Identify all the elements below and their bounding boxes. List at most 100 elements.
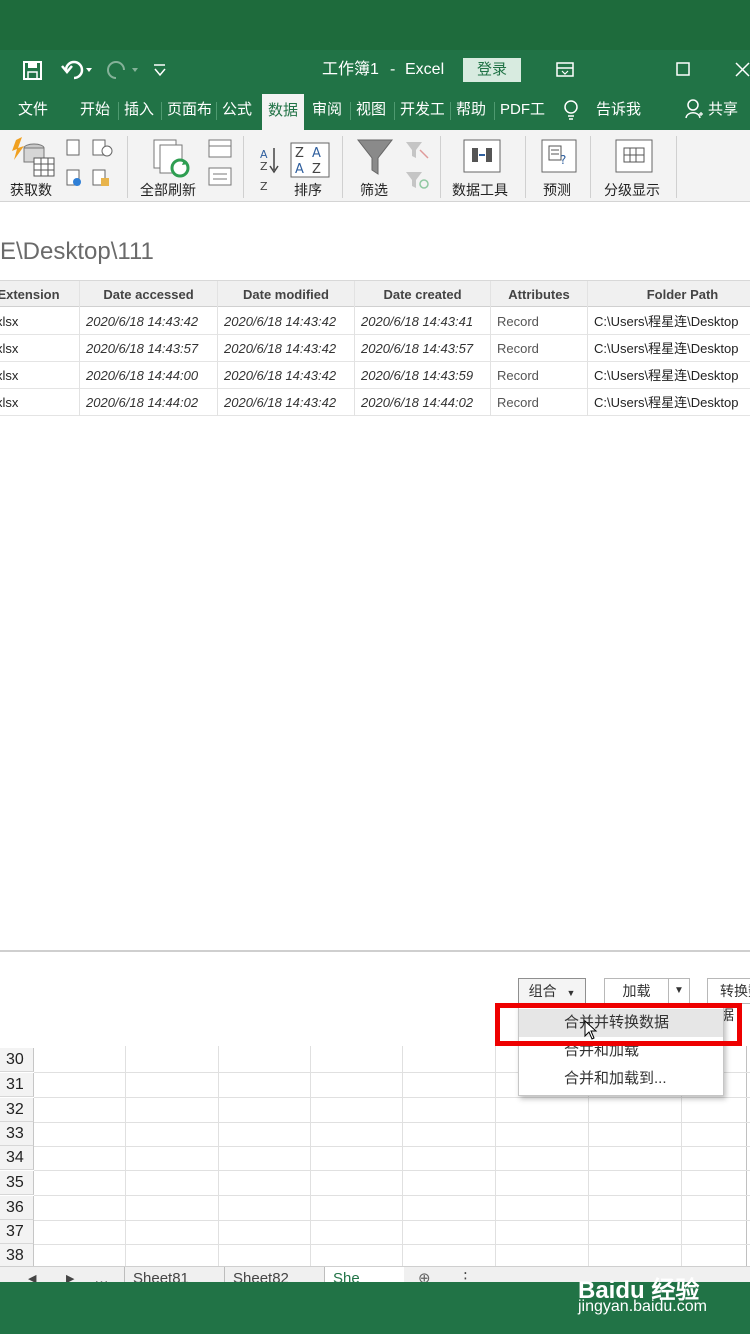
scroll-sheets-right-icon[interactable]: ▶ [58, 1267, 82, 1282]
refresh-all-icon[interactable] [150, 138, 194, 185]
tab-separator [494, 102, 495, 120]
load-dropdown-button[interactable]: ▼ [668, 978, 690, 1004]
cell-extension[interactable]: xlsx [0, 389, 80, 416]
row-number[interactable]: 33 [0, 1122, 34, 1146]
clear-filter-icon[interactable] [404, 140, 430, 201]
tab-page-layout[interactable]: 页面布 [167, 90, 211, 130]
column-header-extension[interactable]: Extension [0, 281, 80, 308]
cell-date-accessed[interactable]: 2020/6/18 14:43:42 [80, 308, 218, 335]
load-button[interactable]: 加载 [604, 978, 668, 1004]
tab-pdf[interactable]: PDF工 [500, 90, 546, 130]
maximize-icon[interactable] [675, 50, 691, 90]
row-number[interactable]: 32 [0, 1098, 34, 1122]
cell-date-modified[interactable]: 2020/6/18 14:43:42 [218, 389, 355, 416]
sheet-tab-82[interactable]: Sheet82 [224, 1267, 324, 1282]
outline-label[interactable]: 分级显示 [604, 180, 660, 200]
svg-text:A: A [295, 162, 304, 177]
forecast-icon[interactable]: ? [540, 138, 578, 179]
sheet-tab-81[interactable]: Sheet81 [124, 1267, 224, 1282]
tab-data[interactable]: 数据 [262, 94, 304, 130]
refresh-all-label[interactable]: 全部刷新 [140, 180, 196, 200]
row-number[interactable]: 36 [0, 1196, 34, 1220]
svg-text:?: ? [560, 153, 566, 167]
undo-icon[interactable] [60, 50, 94, 90]
tab-splitter-icon[interactable]: ⋮ [450, 1267, 481, 1282]
row-number[interactable]: 34 [0, 1146, 34, 1170]
tab-formulas[interactable]: 公式 [222, 90, 252, 130]
login-button[interactable]: 登录 [463, 58, 521, 82]
data-tools-icon[interactable] [462, 138, 502, 179]
cell-date-created[interactable]: 2020/6/18 14:44:02 [355, 389, 491, 416]
cell-date-created[interactable]: 2020/6/18 14:43:57 [355, 335, 491, 362]
queries-connections-icon[interactable] [207, 138, 233, 195]
vertical-scrollbar[interactable] [746, 1046, 747, 1266]
tab-home[interactable]: 开始 [80, 90, 110, 130]
sort-label[interactable]: 排序 [294, 180, 322, 200]
row-number[interactable]: 37 [0, 1220, 34, 1244]
column-header-date-modified[interactable]: Date modified [218, 281, 355, 308]
column-header-attributes[interactable]: Attributes [491, 281, 588, 308]
column-header-date-created[interactable]: Date created [355, 281, 491, 308]
save-icon[interactable] [22, 50, 44, 90]
get-data-label[interactable]: 获取数 [10, 180, 52, 200]
menu-item-combine-load-to[interactable]: 合并和加载到... [519, 1065, 723, 1093]
row-number[interactable]: 31 [0, 1073, 34, 1097]
tab-review[interactable]: 审阅 [312, 90, 342, 130]
column-header-date-accessed[interactable]: Date accessed [80, 281, 218, 308]
filter-icon[interactable] [356, 138, 394, 183]
get-data-icon[interactable] [10, 136, 56, 183]
row-number[interactable]: 38 [0, 1244, 34, 1266]
sheet-tab-active[interactable]: She [324, 1267, 404, 1282]
add-sheet-icon[interactable]: ⊕ [410, 1267, 439, 1282]
tab-view[interactable]: 视图 [356, 90, 386, 130]
cell-date-accessed[interactable]: 2020/6/18 14:44:00 [80, 362, 218, 389]
table-row: xlsx 2020/6/18 14:43:42 2020/6/18 14:43:… [0, 308, 750, 335]
sheet-tab-more[interactable]: … [86, 1267, 117, 1282]
cell-attributes[interactable]: Record [491, 308, 588, 335]
cell-date-accessed[interactable]: 2020/6/18 14:44:02 [80, 389, 218, 416]
cell-attributes[interactable]: Record [491, 335, 588, 362]
data-tools-label[interactable]: 数据工具 [452, 180, 508, 200]
tab-file[interactable]: 文件 [18, 90, 48, 130]
redo-icon[interactable] [104, 50, 140, 90]
cell-folder-path[interactable]: C:\Users\程星连\Desktop [588, 389, 750, 416]
tab-separator [161, 102, 162, 120]
cell-attributes[interactable]: Record [491, 362, 588, 389]
cell-date-modified[interactable]: 2020/6/18 14:43:42 [218, 335, 355, 362]
cell-folder-path[interactable]: C:\Users\程星连\Desktop [588, 308, 750, 335]
cell-attributes[interactable]: Record [491, 389, 588, 416]
from-text-icon[interactable] [65, 138, 117, 201]
customize-quick-access-icon[interactable] [152, 50, 168, 90]
cell-date-created[interactable]: 2020/6/18 14:43:41 [355, 308, 491, 335]
share-button[interactable]: 共享 [708, 90, 738, 130]
cell-date-accessed[interactable]: 2020/6/18 14:43:57 [80, 335, 218, 362]
cell-extension[interactable]: xlsx [0, 308, 80, 335]
sort-az-icon[interactable]: AZZ [258, 146, 280, 197]
watermark-url: jingyan.baidu.com [578, 1298, 707, 1315]
cell-date-modified[interactable]: 2020/6/18 14:43:42 [218, 362, 355, 389]
cell-extension[interactable]: xlsx [0, 335, 80, 362]
cell-folder-path[interactable]: C:\Users\程星连\Desktop [588, 362, 750, 389]
tell-me-search[interactable]: 告诉我 [596, 90, 641, 130]
outline-icon[interactable] [614, 138, 654, 179]
forecast-label[interactable]: 预测 [543, 180, 571, 200]
cell-folder-path[interactable]: C:\Users\程星连\Desktop [588, 335, 750, 362]
sort-icon[interactable]: ZAAZ [290, 142, 330, 183]
tab-developer[interactable]: 开发工 [400, 90, 444, 130]
column-header-folder-path[interactable]: Folder Path [588, 281, 750, 308]
row-number[interactable]: 30 [0, 1048, 34, 1072]
cell-date-created[interactable]: 2020/6/18 14:43:59 [355, 362, 491, 389]
transform-data-button[interactable]: 转换数据 [707, 978, 750, 1023]
chevron-down-icon: ▼ [566, 988, 576, 998]
ribbon-display-options-icon[interactable] [555, 50, 575, 90]
tab-insert[interactable]: 插入 [124, 90, 154, 130]
tab-help[interactable]: 帮助 [456, 90, 486, 130]
cell-extension[interactable]: xlsx [0, 362, 80, 389]
close-icon[interactable] [734, 50, 750, 90]
combine-button[interactable]: 组合 ▼ [518, 978, 586, 1004]
filter-label[interactable]: 筛选 [360, 180, 388, 200]
cell-date-modified[interactable]: 2020/6/18 14:43:42 [218, 308, 355, 335]
row-number[interactable]: 35 [0, 1171, 34, 1195]
ribbon-separator [590, 136, 591, 198]
scroll-sheets-left-icon[interactable]: ◀ [20, 1267, 44, 1282]
